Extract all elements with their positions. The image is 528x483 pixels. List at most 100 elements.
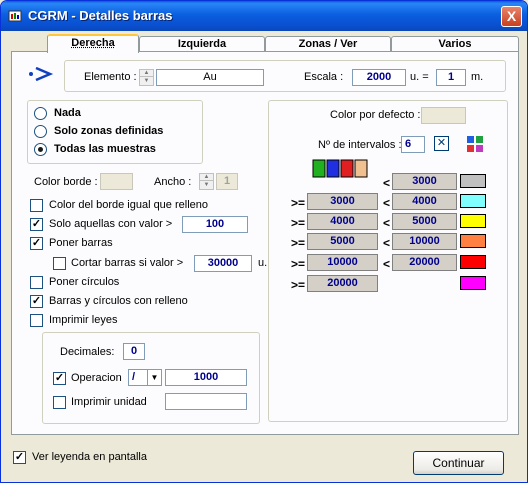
clear-intervals-button[interactable]: ✕	[434, 136, 449, 151]
operacion-operator: /	[132, 371, 136, 383]
interval-color-swatch[interactable]	[460, 255, 486, 269]
u-equals-label: u. =	[410, 71, 429, 83]
radio-solo-zonas[interactable]	[34, 125, 47, 138]
ancho-up-icon[interactable]: ▲	[200, 174, 213, 181]
cortar-barras-checkbox[interactable]	[53, 257, 66, 270]
operacion-input[interactable]: 1000	[165, 369, 247, 386]
continuar-button[interactable]: Continuar	[413, 451, 504, 475]
imprimir-unidad-checkbox[interactable]	[53, 396, 66, 409]
poner-circulos-checkbox[interactable]	[30, 276, 43, 289]
elemento-spinner[interactable]: ▲ ▼	[139, 69, 154, 86]
interval-to[interactable]: 20000	[392, 254, 457, 271]
lt-symbol: <	[383, 196, 391, 210]
close-icon: X	[506, 8, 517, 24]
escala-input[interactable]: 2000	[352, 69, 406, 86]
ver-leyenda-checkbox[interactable]: ✓	[13, 451, 26, 464]
tab-panel: Elemento : ▲ ▼ Au Escala : 2000 u. = 1 m…	[11, 51, 519, 435]
spinner-up-icon[interactable]: ▲	[140, 70, 153, 77]
radio-nada-label: Nada	[54, 107, 81, 119]
ge-symbol: >=	[291, 278, 306, 292]
escala-label: Escala :	[304, 71, 344, 83]
intervalos-input[interactable]: 6	[401, 136, 425, 153]
tab-derecha[interactable]: Derecha	[47, 34, 139, 53]
tab-varios[interactable]: Varios	[391, 36, 519, 52]
close-button[interactable]: X	[501, 6, 522, 27]
elemento-input[interactable]: Au	[156, 69, 264, 86]
imprimir-leyes-label: Imprimir leyes	[49, 314, 118, 326]
interval-color-swatch[interactable]	[460, 276, 486, 290]
color-bars-icon[interactable]	[312, 157, 370, 179]
operacion-label: Operacion	[71, 372, 122, 384]
title-bar[interactable]: CGRM - Detalles barras X	[1, 1, 527, 31]
ge-symbol: >=	[291, 196, 306, 210]
radio-nada[interactable]	[34, 107, 47, 120]
palette-icon[interactable]	[466, 135, 484, 153]
tab-strip: Derecha Izquierda Zonas / Ver Varios	[11, 34, 519, 53]
intervalos-label: Nº de intervalos :	[318, 139, 402, 151]
barras-circulos-label: Barras y círculos con relleno	[49, 295, 188, 307]
ge-symbol: >=	[291, 236, 306, 250]
imprimir-unidad-label: Imprimir unidad	[71, 396, 147, 408]
interval-from[interactable]: 3000	[307, 193, 378, 210]
poner-circulos-label: Poner círculos	[49, 276, 120, 288]
interval-to[interactable]: 10000	[392, 233, 457, 250]
arrow-icon	[29, 67, 54, 81]
radio-todas[interactable]	[34, 143, 47, 156]
lt-symbol: <	[383, 236, 391, 250]
dialog-window: CGRM - Detalles barras X Derecha Izquier…	[0, 0, 528, 483]
decimales-input[interactable]: 0	[123, 343, 145, 360]
ancho-input[interactable]: 1	[216, 173, 238, 190]
spinner-down-icon[interactable]: ▼	[140, 78, 153, 85]
lt-symbol: <	[383, 176, 391, 190]
ancho-spinner[interactable]: ▲ ▼	[199, 173, 214, 190]
tab-zonas-ver[interactable]: Zonas / Ver	[265, 36, 391, 52]
window-title: CGRM - Detalles barras	[28, 8, 173, 23]
color-igual-label: Color del borde igual que relleno	[49, 199, 208, 211]
decimales-label: Decimales:	[60, 346, 115, 358]
ver-leyenda-label: Ver leyenda en pantalla	[32, 451, 147, 463]
interval-color-swatch[interactable]	[460, 174, 486, 188]
cortar-barras-unit: u.	[258, 257, 268, 269]
m-unit-label: m.	[471, 71, 484, 83]
color-borde-label: Color borde :	[34, 176, 98, 188]
interval-color-swatch[interactable]	[460, 214, 486, 228]
ge-symbol: >=	[291, 216, 306, 230]
poner-barras-label: Poner barras	[49, 237, 113, 249]
interval-color-swatch[interactable]	[460, 194, 486, 208]
interval-color-swatch[interactable]	[460, 234, 486, 248]
metros-input[interactable]: 1	[436, 69, 466, 86]
solo-aquellas-checkbox[interactable]: ✓	[30, 218, 43, 231]
color-borde-swatch[interactable]	[100, 173, 133, 190]
interval-to[interactable]: 5000	[392, 213, 457, 230]
operacion-select[interactable]: / ▼	[128, 369, 162, 386]
interval-to[interactable]: 4000	[392, 193, 457, 210]
interval-from[interactable]: 20000	[307, 275, 378, 292]
poner-barras-checkbox[interactable]: ✓	[30, 237, 43, 250]
ge-symbol: >=	[291, 257, 306, 271]
cortar-barras-label: Cortar barras si valor >	[71, 257, 184, 269]
close-icon: ✕	[436, 137, 447, 149]
app-icon	[8, 10, 22, 22]
lt-symbol: <	[383, 257, 391, 271]
radio-solo-zonas-label: Solo zonas definidas	[54, 125, 164, 137]
radio-todas-label: Todas las muestras	[54, 143, 156, 155]
imprimir-leyes-checkbox[interactable]	[30, 314, 43, 327]
lt-symbol: <	[383, 216, 391, 230]
chevron-down-icon[interactable]: ▼	[147, 370, 161, 385]
color-defecto-label: Color por defecto :	[330, 109, 421, 121]
interval-from[interactable]: 4000	[307, 213, 378, 230]
cortar-barras-input[interactable]: 30000	[194, 255, 252, 272]
interval-from[interactable]: 5000	[307, 233, 378, 250]
interval-from[interactable]: 10000	[307, 254, 378, 271]
color-defecto-swatch[interactable]	[421, 107, 466, 124]
solo-aquellas-label: Solo aquellas con valor >	[49, 218, 173, 230]
tab-izquierda[interactable]: Izquierda	[139, 36, 265, 52]
barras-circulos-checkbox[interactable]: ✓	[30, 295, 43, 308]
color-igual-checkbox[interactable]	[30, 199, 43, 212]
solo-aquellas-input[interactable]: 100	[182, 216, 248, 233]
imprimir-unidad-input[interactable]	[165, 393, 247, 410]
operacion-checkbox[interactable]: ✓	[53, 372, 66, 385]
ancho-label: Ancho :	[154, 176, 192, 188]
interval-to[interactable]: 3000	[392, 173, 457, 190]
ancho-down-icon[interactable]: ▼	[200, 182, 213, 189]
